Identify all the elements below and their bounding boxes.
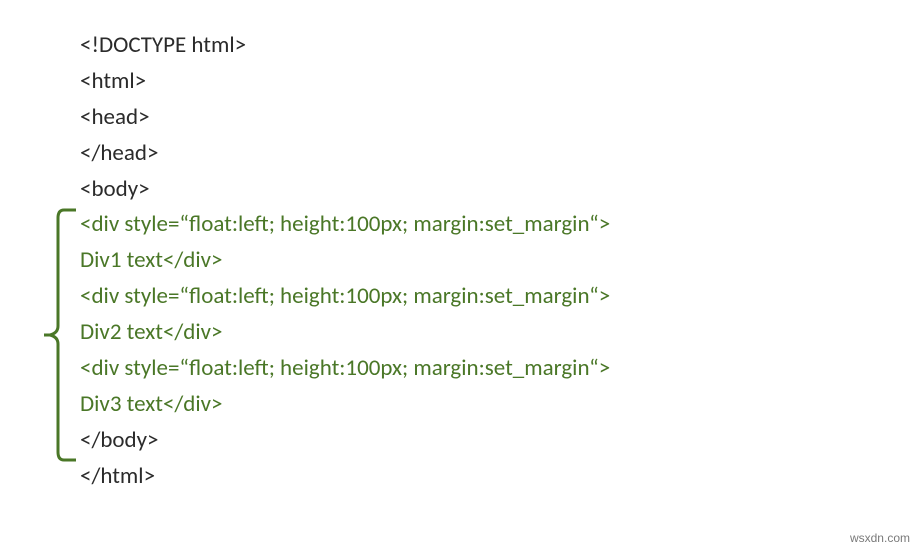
code-line-highlighted: Div1 text</div> [80,243,918,279]
code-line-highlighted: Div2 text</div> [80,315,918,351]
code-line-highlighted: Div3 text</div> [80,387,918,423]
code-line: </html> [80,459,918,495]
code-line: <head> [80,100,918,136]
code-line-highlighted: <div style=“float:left; height:100px; ma… [80,279,918,315]
code-line: </head> [80,136,918,172]
code-line: </body> [80,423,918,459]
bracket-annotation [42,206,76,464]
code-line: <body> [80,172,918,208]
code-line: <html> [80,64,918,100]
watermark: wsxdn.com [850,531,910,545]
code-line-highlighted: <div style=“float:left; height:100px; ma… [80,207,918,243]
code-line: <!DOCTYPE html> [80,28,918,64]
code-line-highlighted: <div style=“float:left; height:100px; ma… [80,351,918,387]
code-snippet: <!DOCTYPE html> <html> <head> </head> <b… [0,28,918,494]
